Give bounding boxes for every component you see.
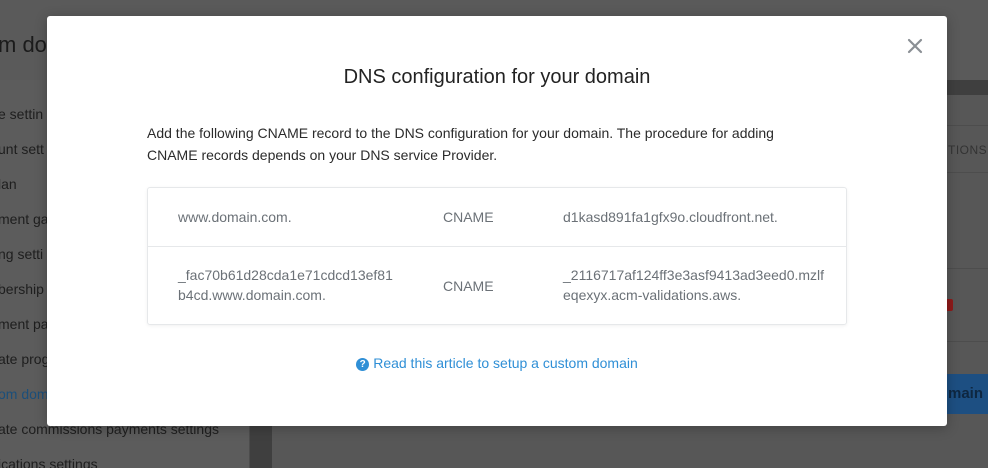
close-icon[interactable] (904, 35, 926, 57)
record-value: d1kasd891fa1gfx9o.cloudfront.net. (563, 209, 778, 225)
modal-description: Add the following CNAME record to the DN… (147, 125, 774, 163)
sidebar-item: ate prog (0, 351, 50, 367)
dns-records-table: www.domain.com. CNAME d1kasd891fa1gfx9o.… (147, 187, 847, 325)
question-circle-icon: ? (356, 358, 370, 371)
table-row: www.domain.com. CNAME d1kasd891fa1gfx9o.… (148, 188, 846, 247)
record-type: CNAME (443, 209, 494, 225)
record-host: _fac70b61d28cda1e71cdcd13ef81b4cd.www.do… (178, 267, 393, 303)
sidebar-item: unt sett (0, 141, 44, 157)
sidebar-item: bership (0, 281, 44, 297)
sidebar-item: ment ga (0, 211, 49, 227)
sidebar-item: ment pa (0, 316, 49, 332)
record-type: CNAME (443, 278, 494, 294)
modal-title: DNS configuration for your domain (343, 66, 651, 88)
sidebar-item: lan (0, 176, 17, 192)
sidebar-item: ng setti (0, 246, 44, 262)
record-value: _2116717af124ff3e3asf9413ad3eed0.mzlfeqe… (563, 267, 825, 303)
table-row: _fac70b61d28cda1e71cdcd13ef81b4cd.www.do… (148, 247, 846, 325)
dns-config-modal: DNS configuration for your domain Add th… (47, 16, 947, 426)
sidebar-item: om dom (0, 386, 49, 402)
sidebar-item: e settin (0, 106, 44, 122)
tab-actions: TIONS (948, 143, 988, 157)
sidebar-item: ications settings (0, 456, 98, 468)
record-host: www.domain.com. (178, 209, 292, 225)
help-article-link[interactable]: ? Read this article to setup a custom dom… (47, 355, 947, 371)
help-link-text[interactable]: Read this article to setup a custom doma… (373, 355, 638, 371)
